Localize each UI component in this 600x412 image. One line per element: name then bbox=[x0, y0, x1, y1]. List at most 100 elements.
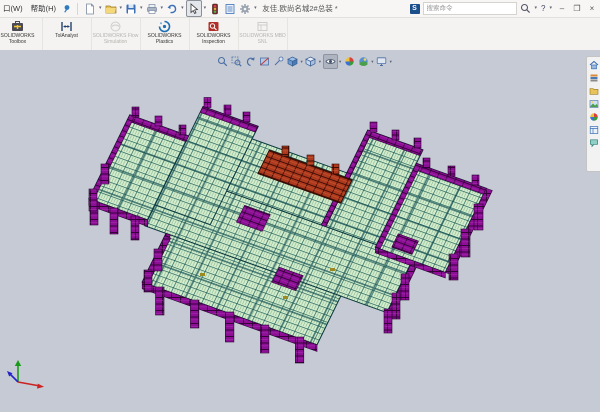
title-bar: 口(W) 帮助(H) ▾ ▾ ▾ ▾ ▾ ▾ ▾ 友佳.欧尚名城2#总装 * S bbox=[0, 0, 600, 18]
traffic-light-icon bbox=[209, 3, 221, 15]
view-orientation-button[interactable] bbox=[286, 55, 299, 68]
dropdown-caret[interactable]: ▾ bbox=[204, 6, 207, 11]
task-pane-tabs bbox=[586, 56, 600, 172]
toolbar-separator bbox=[77, 3, 78, 15]
select-button[interactable] bbox=[186, 0, 202, 17]
eye-icon bbox=[325, 56, 336, 67]
print-button[interactable] bbox=[145, 1, 159, 16]
section-view-icon bbox=[259, 56, 270, 67]
file-properties-button[interactable] bbox=[223, 1, 237, 16]
command-search-input[interactable] bbox=[423, 2, 517, 15]
edit-appearance-button[interactable] bbox=[343, 55, 356, 68]
appearances-scenes-icon[interactable] bbox=[589, 112, 599, 122]
appearance-ball-icon bbox=[344, 56, 355, 67]
apply-scene-button[interactable] bbox=[357, 55, 370, 68]
addin-label: SOLIDWORKS MBD SNL bbox=[238, 34, 287, 46]
scene-icon bbox=[358, 56, 369, 67]
heads-up-toolbar: ▾ ▾ ▾ ▾ ▾ bbox=[214, 53, 394, 70]
view-cube-icon bbox=[287, 56, 298, 67]
addin-label: SOLIDWORKS Toolbox bbox=[0, 34, 42, 46]
dropdown-caret[interactable]: ▾ bbox=[120, 6, 123, 11]
save-icon bbox=[125, 3, 137, 15]
design-library-icon[interactable] bbox=[589, 73, 599, 83]
open-folder-icon bbox=[105, 3, 117, 15]
flow-simulation-icon bbox=[109, 20, 122, 33]
inspection-icon bbox=[207, 20, 220, 33]
restore-button[interactable]: ❐ bbox=[571, 4, 583, 13]
coordinate-triad bbox=[4, 354, 48, 394]
dropdown-caret[interactable]: ▾ bbox=[181, 6, 184, 11]
monitor-icon bbox=[376, 56, 387, 67]
addin-solidworks-toolbox[interactable]: SOLIDWORKS Toolbox bbox=[0, 18, 43, 50]
select-cursor-icon bbox=[188, 3, 200, 15]
addin-label: SOLIDWORKS Plastics bbox=[140, 34, 189, 46]
titlebar-right: S ▾ ? ▾ – ❐ × bbox=[410, 2, 600, 15]
solidworks-resources-home-icon[interactable] bbox=[589, 60, 599, 70]
gear-icon bbox=[239, 3, 251, 15]
tolanalyst-icon bbox=[60, 20, 73, 33]
solidworks-window: 口(W) 帮助(H) ▾ ▾ ▾ ▾ ▾ ▾ ▾ 友佳.欧尚名城2#总装 * S bbox=[0, 0, 600, 412]
save-button[interactable] bbox=[124, 1, 138, 16]
search-icon[interactable] bbox=[520, 3, 531, 14]
search-dropdown-caret[interactable]: ▾ bbox=[535, 6, 538, 11]
zoom-to-fit-icon bbox=[217, 56, 228, 67]
view-palette-icon[interactable] bbox=[589, 99, 599, 109]
undo-button[interactable] bbox=[165, 1, 179, 16]
graphics-viewport[interactable]: ▾ ▾ ▾ ▾ ▾ bbox=[0, 50, 600, 412]
print-icon bbox=[146, 3, 158, 15]
dropdown-caret[interactable]: ▾ bbox=[339, 59, 341, 65]
dropdown-caret[interactable]: ▾ bbox=[99, 6, 102, 11]
addin-inspection[interactable]: SOLIDWORKS Inspection bbox=[189, 18, 239, 50]
addin-label: SOLIDWORKS Flow Simulation bbox=[91, 34, 140, 46]
zoom-to-fit-button[interactable] bbox=[216, 55, 229, 68]
addin-label: TolAnalyst bbox=[55, 34, 78, 40]
dropdown-caret[interactable]: ▾ bbox=[254, 6, 257, 11]
undo-icon bbox=[166, 3, 178, 15]
help-button[interactable]: ? bbox=[541, 4, 545, 13]
toolbox-icon bbox=[11, 20, 24, 33]
pin-icon[interactable] bbox=[62, 4, 72, 14]
close-button[interactable]: × bbox=[586, 4, 598, 13]
mbd-icon bbox=[256, 20, 269, 33]
annotation-views-icon bbox=[273, 56, 284, 67]
section-view-button[interactable] bbox=[258, 55, 271, 68]
addin-tolanalyst[interactable]: TolAnalyst bbox=[42, 18, 92, 50]
new-document-icon bbox=[84, 3, 96, 15]
previous-view-button[interactable] bbox=[244, 55, 257, 68]
dropdown-caret[interactable]: ▾ bbox=[301, 59, 303, 65]
addins-ribbon: SOLIDWORKS Toolbox TolAnalyst SOLIDWORKS… bbox=[0, 18, 600, 51]
solidworks-logo-icon: S bbox=[410, 4, 420, 14]
menu-bar: 口(W) 帮助(H) bbox=[0, 3, 56, 14]
file-properties-icon bbox=[224, 3, 236, 15]
menu-window[interactable]: 口(W) bbox=[3, 3, 23, 14]
options-button[interactable] bbox=[238, 1, 252, 16]
zoom-to-area-button[interactable] bbox=[230, 55, 243, 68]
dropdown-caret[interactable]: ▾ bbox=[390, 59, 392, 65]
minimize-button[interactable]: – bbox=[556, 4, 568, 13]
addin-mbd-snl[interactable]: SOLIDWORKS MBD SNL bbox=[238, 18, 288, 50]
file-explorer-folder-icon[interactable] bbox=[589, 86, 599, 96]
view-settings-button[interactable] bbox=[375, 55, 388, 68]
dropdown-caret[interactable]: ▾ bbox=[161, 6, 164, 11]
dropdown-caret[interactable]: ▾ bbox=[319, 59, 321, 65]
zoom-to-area-icon bbox=[231, 56, 242, 67]
display-style-button[interactable] bbox=[304, 55, 317, 68]
annotation-views-button[interactable] bbox=[272, 55, 285, 68]
open-button[interactable] bbox=[104, 1, 118, 16]
quick-access-toolbar: ▾ ▾ ▾ ▾ ▾ ▾ ▾ bbox=[83, 0, 258, 17]
solidworks-forum-icon[interactable] bbox=[589, 138, 599, 148]
menu-help[interactable]: 帮助(H) bbox=[31, 3, 56, 14]
custom-properties-icon[interactable] bbox=[589, 125, 599, 135]
rebuild-button[interactable] bbox=[208, 1, 222, 16]
help-dropdown-caret[interactable]: ▾ bbox=[549, 6, 552, 11]
new-button[interactable] bbox=[83, 1, 97, 16]
addin-label: SOLIDWORKS Inspection bbox=[189, 34, 238, 46]
dropdown-caret[interactable]: ▾ bbox=[140, 6, 143, 11]
addin-flow-simulation[interactable]: SOLIDWORKS Flow Simulation bbox=[91, 18, 141, 50]
plastics-icon bbox=[158, 20, 171, 33]
addin-plastics[interactable]: SOLIDWORKS Plastics bbox=[140, 18, 190, 50]
model-canvas[interactable] bbox=[0, 50, 600, 412]
display-style-icon bbox=[305, 56, 316, 67]
hide-show-items-button[interactable] bbox=[323, 54, 338, 69]
dropdown-caret[interactable]: ▾ bbox=[371, 59, 373, 65]
